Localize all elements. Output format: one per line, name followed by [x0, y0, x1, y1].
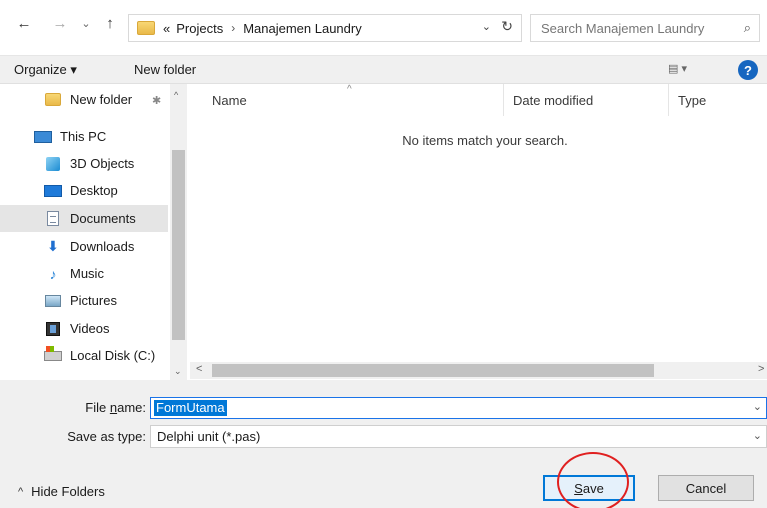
breadcrumb-separator-icon[interactable]: ›: [231, 21, 235, 35]
navigation-pane: New folder ✱ This PC 3D Objects Desktop …: [0, 84, 190, 380]
chevron-down-icon[interactable]: ⌄: [753, 429, 762, 442]
breadcrumb-overflow[interactable]: «: [163, 21, 170, 36]
sidebar-item-downloads[interactable]: ⬇ Downloads: [0, 233, 168, 260]
file-name-label: File name:: [85, 400, 146, 415]
documents-icon: [44, 211, 62, 227]
navigation-scrollbar[interactable]: ^ ⌄: [170, 84, 187, 380]
sidebar-item-label: Videos: [70, 321, 110, 336]
save-type-label: Save as type:: [67, 429, 146, 444]
forward-arrow-icon[interactable]: →: [50, 12, 70, 34]
file-name-value[interactable]: FormUtama: [154, 400, 227, 416]
address-dropdown-icon[interactable]: ⌄: [482, 20, 491, 33]
sidebar-item-label: Local Disk (C:): [70, 348, 156, 363]
download-arrow-icon: ⬇: [47, 238, 59, 254]
pictures-icon: [44, 293, 62, 309]
sidebar-item-label: Pictures: [70, 293, 117, 308]
save-options-panel: File name: FormUtama ⌄ Save as type: Del…: [0, 380, 767, 508]
sidebar-item-label: New folder: [70, 92, 133, 107]
file-list: Name ^ Date modified Type No items match…: [190, 84, 767, 380]
breadcrumb-manajemen-laundry[interactable]: Manajemen Laundry: [243, 21, 362, 36]
cube-icon: [44, 156, 62, 172]
sidebar-item-label: This PC: [60, 129, 107, 144]
scroll-left-icon[interactable]: <: [196, 363, 202, 375]
refresh-icon[interactable]: ↻: [501, 18, 513, 35]
folder-icon: [44, 92, 62, 108]
pin-icon[interactable]: ✱: [152, 94, 161, 107]
help-icon[interactable]: ?: [738, 60, 758, 80]
empty-list-message: No items match your search.: [402, 133, 568, 148]
column-divider[interactable]: [503, 84, 504, 116]
desktop-icon: [44, 183, 62, 199]
up-arrow-icon[interactable]: ↑: [100, 12, 120, 34]
sidebar-item-new-folder[interactable]: New folder ✱: [0, 86, 168, 113]
sidebar-item-label: Downloads: [70, 239, 135, 254]
sidebar-item-documents[interactable]: Documents: [0, 205, 168, 232]
horizontal-scrollbar[interactable]: < >: [190, 362, 767, 379]
computer-icon: [34, 129, 52, 145]
breadcrumb-projects[interactable]: Projects: [176, 21, 223, 36]
back-arrow-icon[interactable]: ←: [14, 12, 34, 34]
save-type-select[interactable]: Delphi unit (*.pas) ⌄: [150, 425, 767, 448]
sidebar-item-label: Desktop: [70, 183, 118, 198]
sidebar-item-pictures[interactable]: Pictures: [0, 287, 168, 314]
sidebar-item-label: 3D Objects: [70, 156, 135, 171]
file-name-input[interactable]: FormUtama ⌄: [150, 397, 767, 419]
sidebar-item-3d-objects[interactable]: 3D Objects: [0, 150, 168, 177]
sidebar-item-desktop[interactable]: Desktop: [0, 177, 168, 204]
video-icon: [44, 321, 62, 337]
cancel-button[interactable]: Cancel: [658, 475, 754, 501]
sidebar-item-music[interactable]: ♪ Music: [0, 260, 168, 287]
scroll-thumb[interactable]: [212, 364, 654, 377]
sidebar-item-label: Documents: [70, 211, 136, 226]
sidebar-item-this-pc[interactable]: This PC: [0, 123, 168, 150]
save-button[interactable]: Save: [543, 475, 635, 501]
scroll-right-icon[interactable]: >: [758, 363, 764, 375]
change-view-icon[interactable]: ▤ ▾: [668, 62, 687, 75]
scroll-up-icon[interactable]: ^: [174, 90, 178, 100]
save-type-value: Delphi unit (*.pas): [157, 429, 261, 444]
sidebar-item-local-disk[interactable]: Local Disk (C:): [0, 342, 168, 369]
organize-menu-button[interactable]: Organize ▾: [14, 62, 77, 78]
hide-folders-label: Hide Folders: [31, 484, 105, 499]
scroll-down-icon[interactable]: ⌄: [174, 366, 182, 377]
sort-ascending-icon: ^: [347, 84, 352, 95]
search-box[interactable]: ⌕: [530, 14, 760, 42]
hide-folders-button[interactable]: ^ Hide Folders: [18, 484, 105, 499]
column-divider[interactable]: [668, 84, 669, 116]
chevron-up-icon: ^: [18, 485, 24, 498]
column-header-date-modified[interactable]: Date modified: [513, 84, 593, 116]
new-folder-button[interactable]: New folder: [134, 62, 196, 77]
address-bar[interactable]: « Projects › Manajemen Laundry ⌄ ↻: [128, 14, 522, 42]
sidebar-item-label: Music: [70, 266, 104, 281]
chevron-down-icon[interactable]: ⌄: [753, 400, 762, 413]
column-header-name[interactable]: Name: [212, 84, 247, 116]
search-icon[interactable]: ⌕: [744, 20, 751, 36]
column-header-type[interactable]: Type: [678, 84, 706, 116]
command-toolbar: Organize ▾ New folder ▤ ▾ ?: [0, 56, 767, 84]
sidebar-item-videos[interactable]: Videos: [0, 315, 168, 342]
search-input[interactable]: [531, 15, 721, 41]
music-note-icon: ♪: [49, 265, 57, 282]
navigation-bar: ← → ⌄ ↑ « Projects › Manajemen Laundry ⌄…: [0, 0, 767, 56]
recent-locations-chevron-icon[interactable]: ⌄: [78, 12, 94, 34]
scroll-thumb[interactable]: [172, 150, 185, 340]
disk-icon: [44, 345, 62, 364]
folder-icon: [137, 21, 155, 35]
